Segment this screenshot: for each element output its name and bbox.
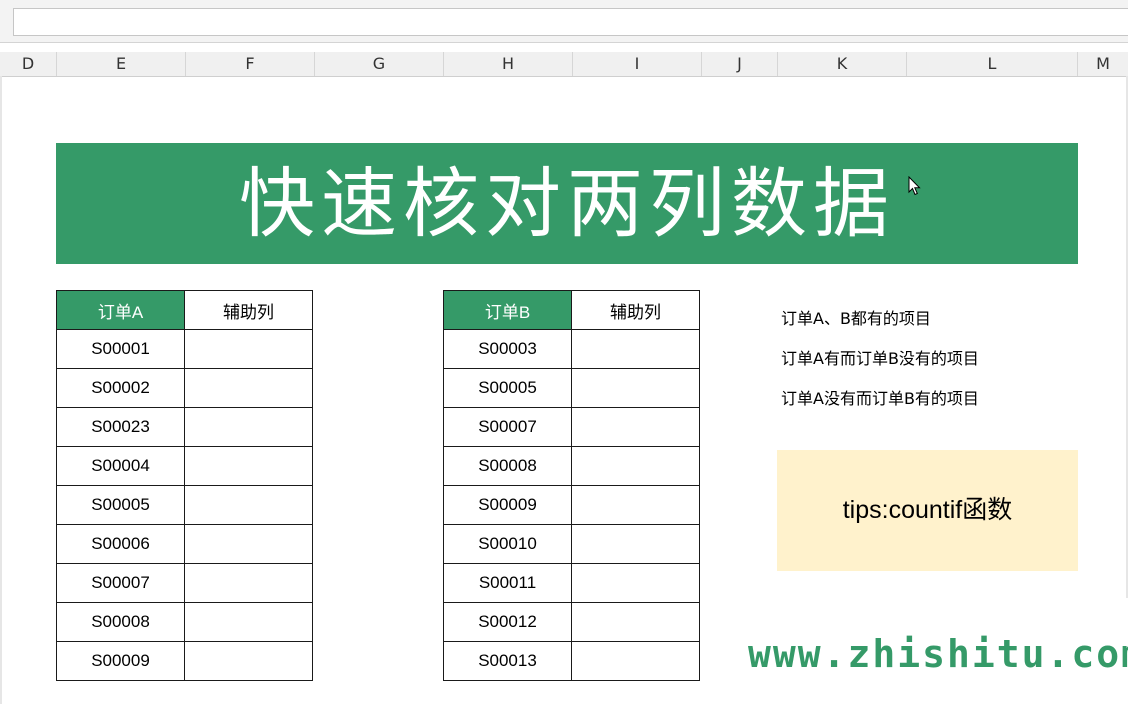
order-a-cell[interactable]: S00004 — [56, 446, 185, 486]
order-a-cell[interactable]: S00023 — [56, 407, 185, 447]
table-row: S00009 — [443, 485, 700, 525]
order-a-header[interactable]: 订单A — [56, 290, 185, 330]
page-title: 快速核对两列数据 — [56, 143, 1078, 264]
table-row: S00005 — [443, 368, 700, 408]
column-header-i[interactable]: I — [573, 52, 702, 76]
order-a-table: 订单A 辅助列 S00001 S00002 S00023 S00004 S000… — [56, 290, 313, 681]
formula-bar — [0, 0, 1128, 43]
helper-cell[interactable] — [571, 563, 700, 603]
table-row: S00012 — [443, 602, 700, 642]
column-header-k[interactable]: K — [778, 52, 907, 76]
order-a-cell[interactable]: S00009 — [56, 641, 185, 681]
order-a-cell[interactable]: S00008 — [56, 602, 185, 642]
table-row: S00013 — [443, 641, 700, 681]
order-b-cell[interactable]: S00012 — [443, 602, 572, 642]
order-b-cell[interactable]: S00007 — [443, 407, 572, 447]
order-a-helper-header[interactable]: 辅助列 — [184, 290, 313, 330]
label-a-only[interactable]: 订单A有而订单B没有的项目 — [781, 346, 979, 386]
helper-cell[interactable] — [571, 407, 700, 447]
table-row: S00005 — [56, 485, 313, 525]
table-row: S00023 — [56, 407, 313, 447]
table-row: S00007 — [443, 407, 700, 447]
table-row: S00007 — [56, 563, 313, 603]
order-a-cell[interactable]: S00005 — [56, 485, 185, 525]
column-header-m[interactable]: M — [1078, 52, 1128, 76]
helper-cell[interactable] — [184, 641, 313, 681]
helper-cell[interactable] — [184, 602, 313, 642]
order-b-cell[interactable]: S00009 — [443, 485, 572, 525]
label-both-have[interactable]: 订单A、B都有的项目 — [781, 306, 979, 346]
table-row: S00008 — [443, 446, 700, 486]
order-b-cell[interactable]: S00008 — [443, 446, 572, 486]
helper-cell[interactable] — [184, 485, 313, 525]
column-header-l[interactable]: L — [907, 52, 1078, 76]
order-b-cell[interactable]: S00011 — [443, 563, 572, 603]
label-b-only[interactable]: 订单A没有而订单B有的项目 — [781, 386, 979, 426]
order-a-cell[interactable]: S00006 — [56, 524, 185, 564]
helper-cell[interactable] — [184, 446, 313, 486]
order-b-cell[interactable]: S00010 — [443, 524, 572, 564]
result-labels: 订单A、B都有的项目 订单A有而订单B没有的项目 订单A没有而订单B有的项目 — [781, 306, 979, 426]
sheet-left-edge — [0, 76, 2, 704]
helper-cell[interactable] — [571, 368, 700, 408]
formula-input[interactable] — [13, 8, 1128, 36]
table-row: S00008 — [56, 602, 313, 642]
table-row: S00009 — [56, 641, 313, 681]
helper-cell[interactable] — [571, 602, 700, 642]
helper-cell[interactable] — [184, 368, 313, 408]
order-b-header[interactable]: 订单B — [443, 290, 572, 330]
helper-cell[interactable] — [571, 485, 700, 525]
column-header-bar: D E F G H I J K L M — [0, 52, 1128, 77]
column-header-f[interactable]: F — [186, 52, 315, 76]
order-a-cell[interactable]: S00007 — [56, 563, 185, 603]
helper-cell[interactable] — [184, 329, 313, 369]
order-b-table: 订单B 辅助列 S00003 S00005 S00007 S00008 S000… — [443, 290, 700, 681]
order-a-cell[interactable]: S00001 — [56, 329, 185, 369]
mouse-pointer-icon — [908, 176, 921, 196]
order-b-cell[interactable]: S00013 — [443, 641, 572, 681]
helper-cell[interactable] — [571, 524, 700, 564]
table-row: S00004 — [56, 446, 313, 486]
helper-cell[interactable] — [571, 641, 700, 681]
helper-cell[interactable] — [571, 446, 700, 486]
table-row: S00003 — [443, 329, 700, 369]
helper-cell[interactable] — [571, 329, 700, 369]
watermark: www.zhishitu.com — [748, 632, 1128, 676]
table-row: S00006 — [56, 524, 313, 564]
order-a-cell[interactable]: S00002 — [56, 368, 185, 408]
column-header-e[interactable]: E — [57, 52, 186, 76]
order-b-helper-header[interactable]: 辅助列 — [571, 290, 700, 330]
helper-cell[interactable] — [184, 524, 313, 564]
column-header-h[interactable]: H — [444, 52, 573, 76]
column-header-d[interactable]: D — [0, 52, 57, 76]
column-header-g[interactable]: G — [315, 52, 444, 76]
table-row: S00002 — [56, 368, 313, 408]
order-b-cell[interactable]: S00003 — [443, 329, 572, 369]
tips-box[interactable]: tips:countif函数 — [777, 450, 1078, 571]
helper-cell[interactable] — [184, 563, 313, 603]
table-row: S00010 — [443, 524, 700, 564]
table-row: S00011 — [443, 563, 700, 603]
helper-cell[interactable] — [184, 407, 313, 447]
order-b-cell[interactable]: S00005 — [443, 368, 572, 408]
table-row: S00001 — [56, 329, 313, 369]
column-header-j[interactable]: J — [702, 52, 778, 76]
